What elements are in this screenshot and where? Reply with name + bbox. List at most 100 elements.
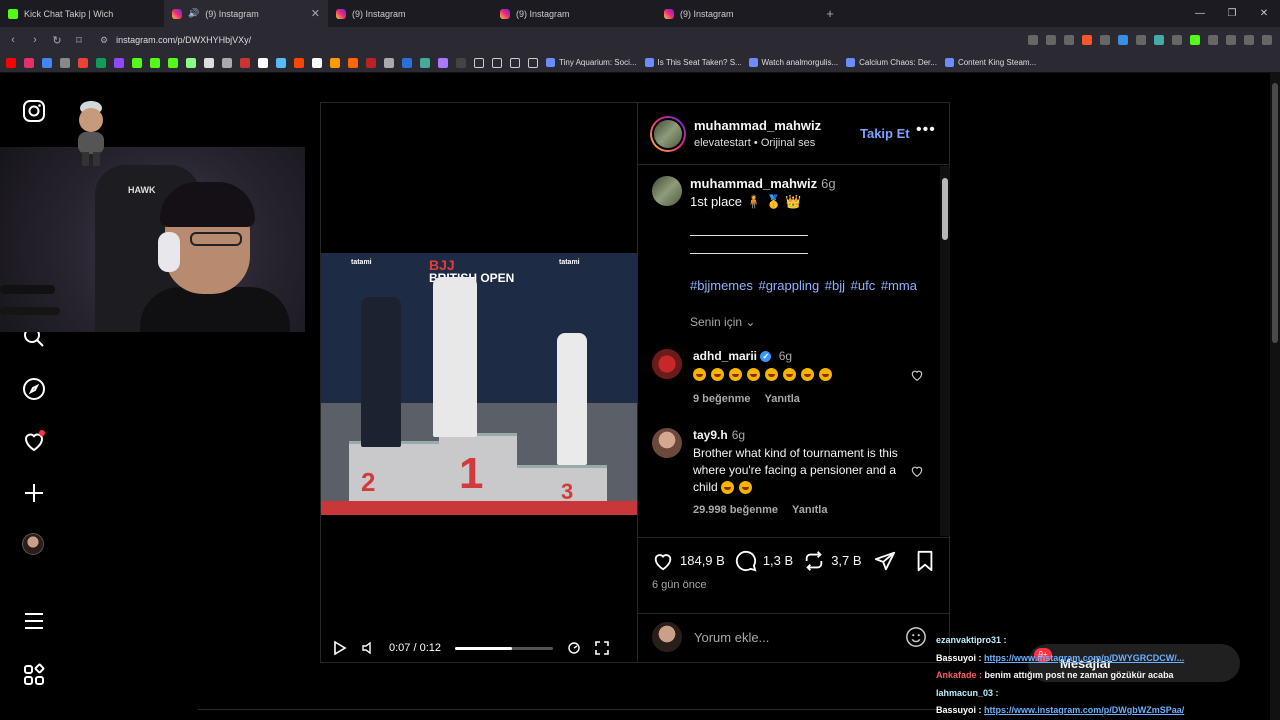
speaker-icon[interactable]: 🔊 [188,8,199,19]
audio-attribution[interactable]: elevatestart • Orijinal ses [694,137,815,149]
amazon-bookmark-icon[interactable] [330,57,340,68]
extension-icon[interactable] [1136,35,1146,45]
share-icon[interactable] [1064,35,1074,45]
maximize-button[interactable]: ❐ [1216,0,1248,27]
like-comment-icon[interactable] [910,464,924,478]
comment-avatar[interactable] [652,428,682,458]
reload-icon[interactable]: ↻ [52,34,62,47]
save-bookmark-icon[interactable] [914,550,936,572]
repost-button[interactable]: 3,7 B [803,550,862,572]
close-window-button[interactable]: ✕ [1248,0,1280,27]
url-text[interactable]: instagram.com/p/DWXHYHbjVXy/ [116,35,251,45]
drive-bookmark-icon[interactable] [96,57,106,68]
more-options-icon[interactable]: ••• [916,121,936,139]
folder-icon[interactable] [492,57,502,68]
bookmark-icon[interactable] [384,57,394,68]
bookmark-link[interactable]: Content King Steam... [944,58,1036,67]
caption-avatar[interactable] [652,176,682,206]
playback-speed-icon[interactable] [567,641,581,655]
video-frame[interactable]: BJJ BRITISH OPEN tatami tatami 2 1 3 [321,253,637,515]
extension-icon[interactable] [1208,35,1218,45]
folder-icon[interactable] [510,57,520,68]
bookmark-icon[interactable] [366,57,376,68]
bookmark-link[interactable]: Is This Seat Taken? S... [644,58,741,67]
new-tab-button[interactable]: + [820,6,840,21]
gmail-bookmark-icon[interactable] [78,57,88,68]
notifications-heart-icon[interactable] [22,429,46,453]
video-player[interactable]: BJJ BRITISH OPEN tatami tatami 2 1 3 0:0… [321,103,637,662]
back-icon[interactable]: ‹ [8,34,18,46]
minimize-button[interactable]: — [1184,0,1216,27]
bookmark-icon[interactable] [42,57,52,68]
follow-button[interactable]: Takip Et [860,126,910,141]
forward-icon[interactable]: › [30,34,40,46]
explore-icon[interactable] [22,377,46,401]
comment-avatar[interactable] [652,349,682,379]
scrollbar-thumb[interactable] [942,178,948,240]
instagram-logo-icon[interactable] [22,99,46,123]
bookmark-icon[interactable] [186,57,196,68]
bookmark-link[interactable]: Tiny Aquarium: Soci... [546,58,637,67]
bookmark-link[interactable]: Calcium Chaos: Der... [846,58,937,67]
like-button[interactable]: 184,9 B [652,550,725,572]
extension-icon[interactable] [1190,35,1200,45]
bookmark-icon[interactable] [240,57,250,68]
video-progress-bar[interactable] [455,646,553,650]
bookmark-icon[interactable] [60,57,70,68]
zoom-icon[interactable] [1046,35,1056,45]
comment-username[interactable]: tay9.h 6g [693,428,745,442]
sidebar-icon[interactable] [1226,35,1236,45]
bookmark-icon[interactable] [348,57,358,68]
tab-instagram-3[interactable]: (9) Instagram [492,0,656,27]
tab-kick-chat[interactable]: Kick Chat Takip | Wich [0,0,164,27]
kick-bookmark-icon[interactable] [168,57,178,68]
comments-scrollbar[interactable] [940,166,950,536]
extension-icon[interactable] [1118,35,1128,45]
bookmark-icon[interactable] [312,57,322,68]
share-send-icon[interactable] [874,550,896,572]
menu-icon[interactable] [1262,35,1272,45]
close-tab-icon[interactable]: ✕ [311,7,320,20]
extension-icon[interactable] [1100,35,1110,45]
author-username[interactable]: muhammad_mahwiz [694,118,821,133]
kick-bookmark-icon[interactable] [150,57,160,68]
tab-instagram-4[interactable]: (9) Instagram [656,0,820,27]
screen-icon[interactable] [1028,35,1038,45]
bookmark-icon[interactable]: ⌑ [74,34,84,47]
page-scrollbar[interactable] [1270,73,1280,720]
bookmark-icon[interactable] [276,57,286,68]
bookmark-icon[interactable] [438,57,448,68]
bookmark-icon[interactable] [456,57,466,68]
media-icon[interactable] [1244,35,1254,45]
folder-icon[interactable] [528,57,538,68]
folder-icon[interactable] [474,57,484,68]
bookmark-icon[interactable] [402,57,412,68]
tab-instagram-2[interactable]: (9) Instagram [328,0,492,27]
extension-icon[interactable] [1172,35,1182,45]
x-bookmark-icon[interactable] [258,57,268,68]
author-avatar[interactable] [650,116,686,152]
emoji-picker-icon[interactable] [905,626,927,648]
page-scrollbar-thumb[interactable] [1272,83,1278,343]
fullscreen-icon[interactable] [595,641,609,655]
brave-shield-icon[interactable] [1082,35,1092,45]
caption-hashtags[interactable]: #bjjmemes #grappling #bjj #ufc #mma [690,278,917,293]
bookmark-icon[interactable] [222,57,232,68]
bookmark-icon[interactable] [420,57,430,68]
for-you-dropdown[interactable]: Senin için ⌄ [690,315,755,329]
instagram-bookmark-icon[interactable] [24,57,34,68]
also-from-meta-icon[interactable] [22,663,46,687]
bookmark-link[interactable]: Watch analmorgulis... [748,58,838,67]
profile-avatar[interactable] [22,533,44,555]
create-icon[interactable] [22,481,46,505]
mute-icon[interactable] [361,641,375,655]
youtube-bookmark-icon[interactable] [6,57,16,68]
reddit-bookmark-icon[interactable] [294,57,304,68]
like-comment-icon[interactable] [910,368,924,382]
comment-username[interactable]: adhd_marii ✓ 6g [693,349,792,363]
comment-button[interactable]: 1,3 B [735,550,793,572]
add-comment-input[interactable]: Yorum ekle... [694,630,769,645]
address-bar[interactable]: ⚙ instagram.com/p/DWXHYHbjVXy/ [100,35,1016,46]
site-settings-icon[interactable]: ⚙ [100,35,108,46]
more-menu-icon[interactable] [22,609,46,633]
